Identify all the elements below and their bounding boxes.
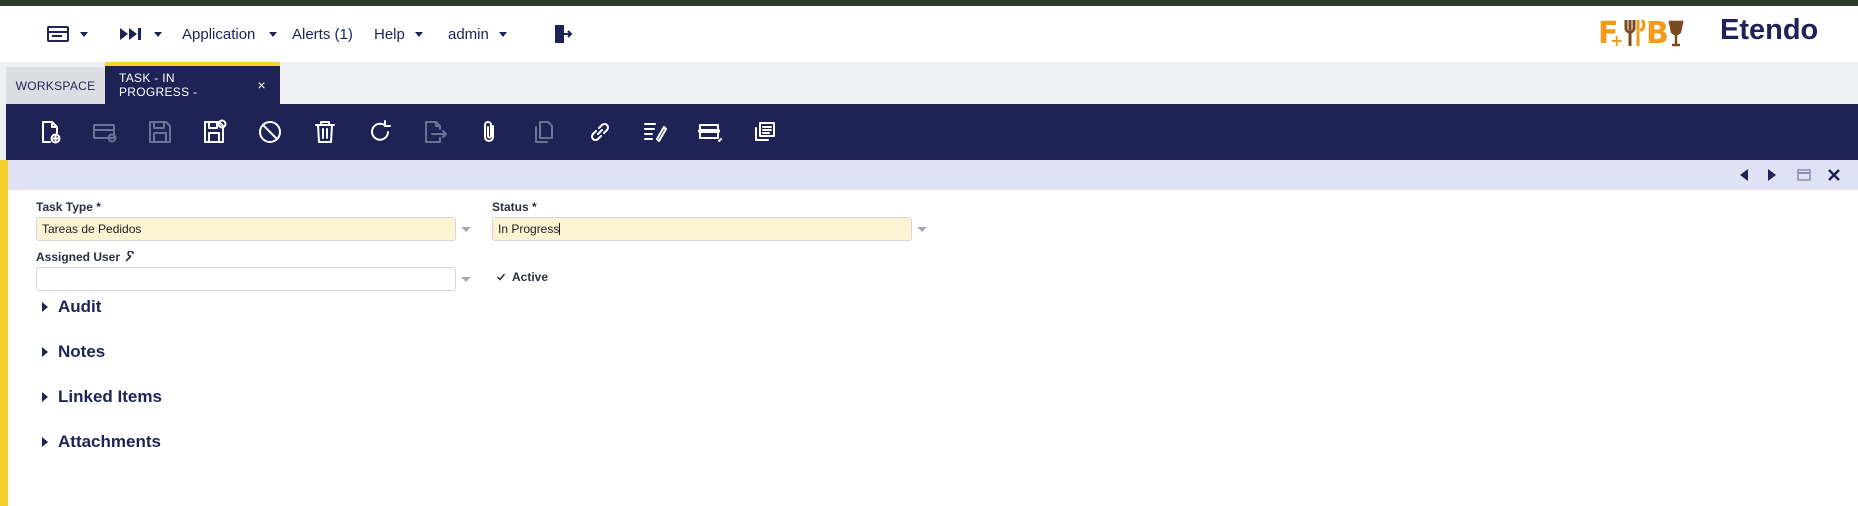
close-icon — [1828, 169, 1840, 181]
record-info-bar — [8, 160, 1858, 190]
form-view-icon — [698, 124, 722, 142]
close-tab-icon[interactable]: × — [258, 77, 266, 93]
close-form-button[interactable] — [1826, 167, 1842, 183]
copy-icon — [535, 121, 553, 143]
fast-forward-icon — [120, 28, 141, 40]
window-tabs: WORKSPACE TASK - IN PROGRESS - × — [0, 62, 1858, 104]
save-close-button[interactable] — [199, 116, 231, 148]
assigned-user-label: Assigned User — [36, 250, 121, 264]
delete-button[interactable] — [309, 116, 341, 148]
chevron-right-icon — [42, 437, 48, 447]
alerts-label: Alerts (1) — [292, 25, 353, 43]
record-toolbar — [6, 104, 1858, 160]
status-value: In Progress — [498, 222, 560, 236]
audit-icon — [644, 123, 667, 142]
chevron-down-icon — [80, 31, 88, 37]
export-button[interactable] — [419, 116, 451, 148]
logout-button[interactable] — [552, 22, 574, 46]
new-row-button[interactable] — [89, 116, 121, 148]
user-menu-label: admin — [448, 25, 489, 43]
active-label: Active — [512, 270, 549, 284]
help-menu-label: Help — [374, 25, 405, 43]
arrow-right-icon — [1768, 169, 1776, 181]
link-icon — [590, 122, 610, 142]
paperclip-icon — [484, 121, 494, 142]
section-audit[interactable]: Audit — [42, 297, 101, 317]
section-attachments-label: Attachments — [58, 432, 161, 451]
previous-record-button[interactable] — [1736, 167, 1752, 183]
undo-button[interactable] — [254, 116, 286, 148]
svg-text:+: + — [1610, 31, 1623, 50]
new-window-menu-button[interactable] — [46, 22, 88, 46]
chevron-down-icon[interactable] — [461, 277, 471, 282]
wrench-icon[interactable] — [124, 251, 136, 263]
section-attachments[interactable]: Attachments — [42, 432, 161, 452]
application-menu-label: Application — [182, 25, 256, 43]
link-button[interactable] — [584, 116, 616, 148]
save-icon — [149, 121, 171, 143]
window-list-icon — [47, 26, 69, 42]
chevron-down-icon — [498, 31, 507, 37]
chevron-right-icon — [42, 302, 48, 312]
status-field[interactable]: In Progress — [492, 217, 912, 241]
brand-name: Etendo — [1720, 14, 1819, 46]
assigned-user-label-wrap: Assigned User — [36, 250, 136, 264]
arrow-left-icon — [1740, 169, 1748, 181]
maximize-button[interactable] — [1796, 167, 1812, 183]
task-form: Task Type * Tareas de Pedidos Status * I… — [8, 190, 1858, 506]
save-button[interactable] — [144, 116, 176, 148]
checkmark-icon — [496, 273, 506, 281]
section-linked-items[interactable]: Linked Items — [42, 387, 162, 407]
chevron-down-icon[interactable] — [917, 227, 927, 232]
audit-trail-button[interactable] — [639, 116, 671, 148]
copy-record-button[interactable] — [529, 116, 561, 148]
help-menu[interactable]: Help — [374, 22, 423, 46]
application-menu[interactable]: Application — [182, 22, 278, 46]
chevron-right-icon — [42, 347, 48, 357]
section-notes[interactable]: Notes — [42, 342, 105, 362]
fnb-logo: F + B — [1596, 14, 1686, 51]
chevron-down-icon — [269, 31, 278, 37]
chevron-down-icon[interactable] — [461, 227, 471, 232]
status-label: Status * — [492, 200, 537, 214]
top-navigation-bar: Application Alerts (1) Help admin F + B … — [0, 6, 1858, 62]
chevron-down-icon — [414, 31, 423, 37]
attachment-button[interactable] — [474, 116, 506, 148]
section-audit-label: Audit — [58, 297, 102, 316]
chevron-right-icon — [42, 392, 48, 402]
save-close-icon — [204, 119, 227, 143]
new-document-button[interactable] — [34, 116, 66, 148]
next-record-button[interactable] — [1764, 167, 1780, 183]
section-notes-label: Notes — [58, 342, 106, 361]
maximize-icon — [1797, 169, 1811, 181]
tab-task-label: TASK - IN PROGRESS - — [119, 71, 198, 99]
grid-view-button[interactable] — [694, 116, 726, 148]
new-document-icon — [42, 121, 61, 144]
alerts-menu[interactable]: Alerts (1) — [292, 22, 353, 46]
svg-text:B: B — [1646, 16, 1669, 50]
new-row-icon — [93, 124, 117, 143]
tab-workspace[interactable]: WORKSPACE — [6, 67, 105, 104]
cancel-icon — [259, 121, 281, 143]
logout-icon — [555, 25, 573, 43]
active-checkbox[interactable]: Active — [496, 270, 548, 284]
section-linked-items-label: Linked Items — [58, 387, 162, 406]
assigned-user-field[interactable] — [36, 267, 456, 291]
clone-icon — [755, 122, 775, 141]
trash-icon — [315, 121, 335, 143]
form-accent-bar — [0, 160, 8, 506]
user-menu[interactable]: admin — [448, 22, 507, 46]
task-type-field[interactable]: Tareas de Pedidos — [36, 217, 456, 241]
tab-workspace-label: WORKSPACE — [15, 78, 96, 93]
quick-launch-menu-button[interactable] — [118, 22, 162, 46]
export-icon — [425, 121, 447, 143]
task-type-label: Task Type * — [36, 200, 101, 214]
text-cursor — [559, 223, 561, 235]
refresh-icon — [371, 120, 391, 141]
tab-task-in-progress[interactable]: TASK - IN PROGRESS - × — [105, 62, 280, 104]
clone-button[interactable] — [749, 116, 781, 148]
chevron-down-icon — [154, 31, 162, 37]
refresh-button[interactable] — [364, 116, 396, 148]
